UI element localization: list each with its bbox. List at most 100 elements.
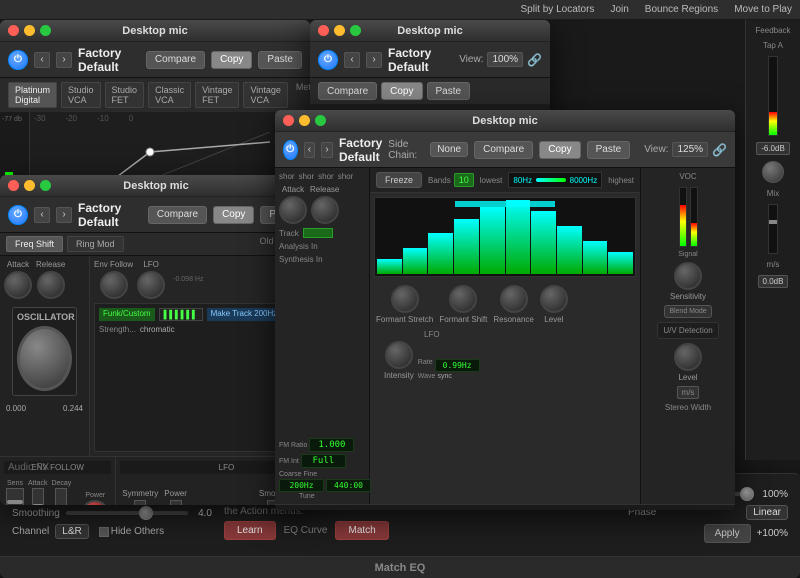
- meter-label[interactable]: Meter: [296, 82, 310, 108]
- evoc-prev[interactable]: ‹: [304, 142, 316, 158]
- shor4-label: shor: [338, 172, 354, 181]
- ring-preset-label: Factory Default: [78, 201, 142, 229]
- comp-back-power-button[interactable]: ⏻: [8, 50, 28, 70]
- evoc-sidechain-select[interactable]: None: [430, 142, 468, 157]
- evoc-close[interactable]: [283, 115, 294, 126]
- evoc-min[interactable]: [299, 115, 310, 126]
- evoc-max[interactable]: [315, 115, 326, 126]
- ring-lfo-container: LFO: [137, 260, 165, 299]
- comp-back-paste-button[interactable]: Paste: [258, 51, 302, 69]
- comp2-next[interactable]: ›: [366, 52, 382, 68]
- env-power-knob[interactable]: [81, 500, 109, 505]
- ring-prev[interactable]: ‹: [34, 207, 50, 223]
- symmetry-slider[interactable]: [134, 500, 146, 505]
- ring-ring-mod-tab[interactable]: Ring Mod: [67, 236, 124, 252]
- evoc-release-knob[interactable]: [311, 196, 339, 224]
- maximize-button[interactable]: [40, 25, 51, 36]
- comp-tab-platinum[interactable]: Platinum Digital: [8, 82, 57, 108]
- move-to-play[interactable]: Move to Play: [734, 4, 792, 15]
- evoc-freeze-button[interactable]: Freeze: [376, 172, 422, 188]
- feedback-db-value: -6.0dB: [756, 142, 790, 155]
- sens-knob-container: Sens: [6, 480, 24, 505]
- ring-note-display: ▌▌▌▌▌▌: [159, 308, 203, 321]
- comp2-link-icon[interactable]: 🔗: [527, 53, 542, 67]
- bounce-regions[interactable]: Bounce Regions: [645, 4, 718, 15]
- comp2-close[interactable]: [318, 25, 329, 36]
- comp2-compare[interactable]: Compare: [318, 82, 377, 100]
- evoc-sensitivity-knob[interactable]: [674, 262, 702, 290]
- apply-section: Apply +100%: [628, 524, 788, 543]
- evoc-resonance-knob[interactable]: [500, 285, 528, 313]
- comp-tab-classic[interactable]: Classic VCA: [148, 82, 191, 108]
- ring-min[interactable]: [24, 180, 35, 191]
- channel-select[interactable]: L&R: [55, 524, 88, 539]
- evoc-coarse-row: Coarse Fine: [279, 471, 365, 478]
- ring-close[interactable]: [8, 180, 19, 191]
- evoc-attack-container: Attack: [279, 185, 307, 224]
- comp-tab-vintage-vca[interactable]: Vintage VCA: [243, 82, 287, 108]
- ring-compare-button[interactable]: Compare: [148, 206, 207, 224]
- ring-release-knob[interactable]: [37, 271, 65, 299]
- evoc-next[interactable]: ›: [321, 142, 333, 158]
- matcheq-title: Match EQ: [375, 562, 426, 574]
- ring-freq-shift-tab[interactable]: Freq Shift: [6, 236, 63, 252]
- evoc-link-icon[interactable]: 🔗: [712, 143, 727, 157]
- comp2-paste[interactable]: Paste: [427, 82, 471, 100]
- evoc-copy-button[interactable]: Copy: [539, 141, 580, 159]
- comp2-min[interactable]: [334, 25, 345, 36]
- ring-freq-val1: 0.000: [6, 404, 26, 413]
- hide-others-checkbox[interactable]: [99, 527, 109, 537]
- evoc-compare-button[interactable]: Compare: [474, 141, 533, 159]
- comp2-copy[interactable]: Copy: [381, 82, 422, 100]
- comp2-prev[interactable]: ‹: [344, 52, 360, 68]
- evoc-level2-knob[interactable]: [674, 343, 702, 371]
- evoc-paste-button[interactable]: Paste: [587, 141, 631, 159]
- comp-back-compare-button[interactable]: Compare: [146, 51, 205, 69]
- apply-button[interactable]: Apply: [704, 524, 751, 543]
- evoc-attack-knob[interactable]: [279, 196, 307, 224]
- split-by-locators[interactable]: Split by Locators: [521, 4, 595, 15]
- evoc-lfo-intensity-knob[interactable]: [385, 341, 413, 369]
- channel-label: Channel: [12, 526, 49, 537]
- join-item[interactable]: Join: [610, 4, 628, 15]
- osc-main-knob[interactable]: [17, 326, 72, 391]
- freq-high-label: 8000Hz: [570, 176, 598, 185]
- evoc-bands-label: Bands: [428, 176, 451, 185]
- lfo-power-slider[interactable]: [170, 500, 182, 505]
- sens-slider[interactable]: [6, 488, 24, 505]
- comp-tab-studio-fet[interactable]: Studio FET: [105, 82, 145, 108]
- ring-max[interactable]: [40, 180, 51, 191]
- ring-copy-button[interactable]: Copy: [213, 206, 254, 224]
- close-button[interactable]: [8, 25, 19, 36]
- ring-env-follow-knob[interactable]: [100, 271, 128, 299]
- feedback-label: Feedback: [755, 26, 790, 35]
- comp-tab-vintage-fet[interactable]: Vintage FET: [195, 82, 239, 108]
- comp-back-prev-button[interactable]: ‹: [34, 52, 50, 68]
- evoc-spectrum-display: [374, 197, 636, 277]
- comp-tab-studio-vca[interactable]: Studio VCA: [61, 82, 101, 108]
- ring-next[interactable]: ›: [56, 207, 72, 223]
- mix-slider[interactable]: [768, 204, 778, 254]
- comp2-max[interactable]: [350, 25, 361, 36]
- evoc-power-button[interactable]: ⏻: [283, 140, 298, 160]
- minimize-button[interactable]: [24, 25, 35, 36]
- env-decay-slider[interactable]: [55, 488, 67, 505]
- comp2-power-button[interactable]: ⏻: [318, 50, 338, 70]
- ring-power-button[interactable]: ⏻: [8, 205, 28, 225]
- evoc-level-knob[interactable]: [540, 285, 568, 313]
- evoc-formant-shift-knob[interactable]: [449, 285, 477, 313]
- smoothing-slider-thumb[interactable]: [139, 506, 153, 520]
- comp-back-next-button[interactable]: ›: [56, 52, 72, 68]
- feedback-knob[interactable]: [762, 161, 784, 183]
- evoc-formant-stretch-knob[interactable]: [391, 285, 419, 313]
- smoothing-slider-track[interactable]: [66, 511, 188, 515]
- channel-link-thumb[interactable]: [740, 487, 754, 501]
- match-button[interactable]: Match: [335, 521, 388, 540]
- env-attack-slider[interactable]: [32, 488, 44, 505]
- learn-button[interactable]: Learn: [224, 521, 276, 540]
- comp-back-copy-button[interactable]: Copy: [211, 51, 252, 69]
- ring-lfo-knob[interactable]: [137, 271, 165, 299]
- ring-attack-knob[interactable]: [4, 271, 32, 299]
- phase-select[interactable]: Linear: [746, 505, 788, 520]
- env-controls: Sens Attack Decay: [4, 478, 111, 505]
